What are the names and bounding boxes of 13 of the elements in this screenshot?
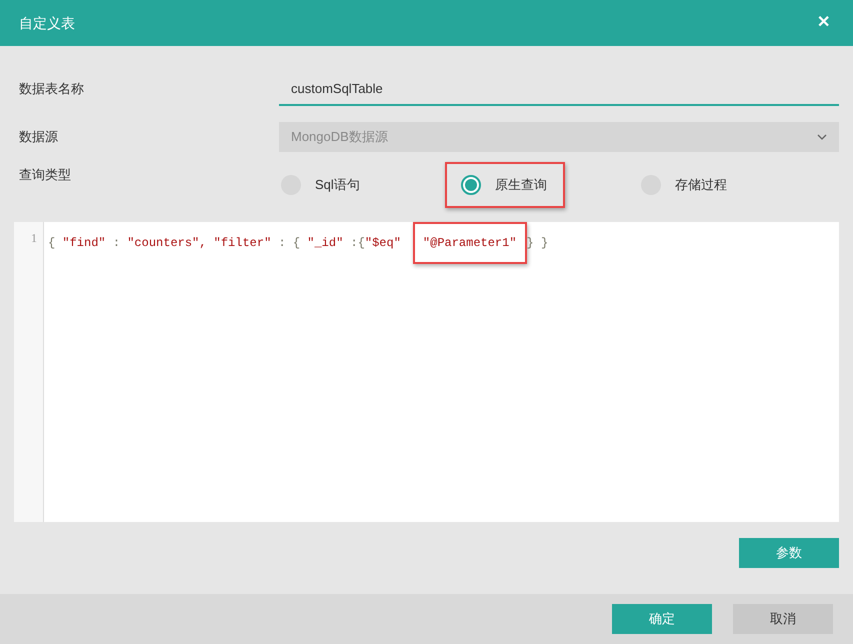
code-editor[interactable]: 1 { "find" : "counters", "filter" : { "_id" :{"$eq" "@Parameter1" } } <box>14 222 839 522</box>
table-name-field[interactable]: customSqlTable <box>279 72 839 106</box>
cancel-button[interactable]: 取消 <box>733 604 833 634</box>
radio-option[interactable]: Sql语句 <box>265 162 378 208</box>
field-label: 数据表名称 <box>18 80 85 98</box>
code-line: { "find" : "counters", "filter" : { "_id" :{"$eq" "@Parameter1" } } <box>44 222 548 264</box>
dialog-title: 自定义表 <box>19 14 75 32</box>
line-number: 1 <box>31 231 37 245</box>
chevron-down-icon <box>817 134 827 140</box>
radio-option[interactable]: 原生查询 <box>445 162 565 208</box>
radio-option[interactable]: 存储过程 <box>625 162 745 208</box>
field-label: 查询类型 <box>18 166 72 184</box>
field-label: 数据源 <box>18 128 59 146</box>
